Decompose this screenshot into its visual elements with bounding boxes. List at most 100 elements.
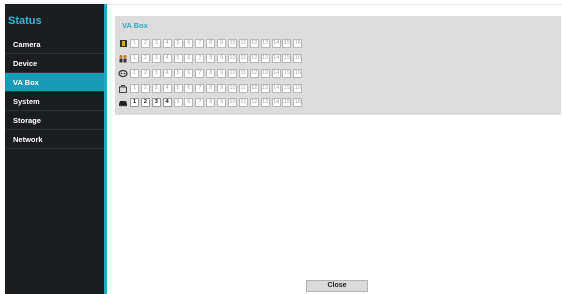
channel-cell: 9 bbox=[217, 38, 227, 48]
channel-cell: 1 bbox=[130, 53, 139, 63]
channel-cell: 1 bbox=[130, 38, 139, 48]
channel-cell: 1 bbox=[130, 97, 139, 107]
channel-cell: 2 bbox=[140, 68, 150, 78]
va-box-row: 1 2 3 4 5 6 7 8 9 10 11 12 13 14 15 16 bbox=[118, 53, 304, 63]
sidebar-item-storage[interactable]: Storage bbox=[5, 111, 104, 130]
channel-cell: 14 bbox=[271, 68, 281, 78]
channel-cell: 2 bbox=[140, 38, 150, 48]
channel-cell: 8 bbox=[206, 97, 216, 107]
channel-cell: 13 bbox=[260, 83, 270, 93]
panel-title: VA Box bbox=[122, 21, 148, 30]
sidebar-title: Status bbox=[8, 15, 42, 27]
sidebar-menu: Camera Device VA Box System Storage Netw… bbox=[5, 35, 104, 149]
channel-cell: 15 bbox=[282, 97, 292, 107]
channel-cell: 10 bbox=[228, 38, 238, 48]
channel-cell: 3 bbox=[151, 53, 161, 63]
channel-cell: 16 bbox=[293, 97, 303, 107]
channel-cell: 11 bbox=[238, 53, 248, 63]
channel-cell: 9 bbox=[217, 83, 227, 93]
channel-cell: 8 bbox=[206, 53, 216, 63]
channel-cell: 8 bbox=[206, 68, 216, 78]
channel-cell: 12 bbox=[249, 83, 259, 93]
channel-cell: 15 bbox=[282, 38, 292, 48]
channel-cell: 2 bbox=[140, 97, 150, 107]
va-box-row: 1 2 3 4 5 6 7 8 9 10 11 12 13 14 15 16 bbox=[118, 38, 304, 48]
channel-cell: 16 bbox=[293, 38, 303, 48]
channel-cell: 3 bbox=[151, 97, 161, 107]
channel-cell: 3 bbox=[151, 68, 161, 78]
va-box-panel: VA Box 1 2 3 4 5 6 7 8 9 10 11 12 13 14 15 16 1 2 3 4 5 6 7 8 9 1… bbox=[115, 16, 561, 115]
channel-cell: 11 bbox=[238, 83, 248, 93]
va-box-row: 1 2 3 4 5 6 7 8 9 10 11 12 13 14 15 16 bbox=[118, 97, 304, 107]
channel-cell: 12 bbox=[249, 68, 259, 78]
channel-cell: 7 bbox=[195, 97, 205, 107]
channel-cell: 14 bbox=[271, 97, 281, 107]
channel-cell: 4 bbox=[162, 38, 172, 48]
channel-cell: 5 bbox=[173, 38, 183, 48]
channel-cell: 3 bbox=[151, 83, 161, 93]
person-icon bbox=[118, 39, 128, 48]
channel-cell: 6 bbox=[184, 83, 194, 93]
people-icon bbox=[118, 54, 128, 63]
channel-cell: 15 bbox=[282, 83, 292, 93]
sidebar-item-device[interactable]: Device bbox=[5, 54, 104, 73]
channel-cell: 7 bbox=[195, 53, 205, 63]
channel-cell: 9 bbox=[217, 97, 227, 107]
channel-cell: 5 bbox=[173, 53, 183, 63]
channel-cell: 9 bbox=[217, 68, 227, 78]
channel-cell: 3 bbox=[151, 38, 161, 48]
sidebar-item-system[interactable]: System bbox=[5, 92, 104, 111]
channel-cell: 7 bbox=[195, 83, 205, 93]
channel-cell: 5 bbox=[173, 83, 183, 93]
face-icon bbox=[118, 69, 128, 78]
channel-cell: 14 bbox=[271, 83, 281, 93]
sidebar-item-network[interactable]: Network bbox=[5, 130, 104, 149]
channel-cell: 10 bbox=[228, 97, 238, 107]
channel-cell: 4 bbox=[162, 68, 172, 78]
channel-cell: 11 bbox=[238, 97, 248, 107]
channel-cell: 12 bbox=[249, 53, 259, 63]
channel-cell: 7 bbox=[195, 68, 205, 78]
channel-cell: 6 bbox=[184, 38, 194, 48]
sidebar-item-camera[interactable]: Camera bbox=[5, 35, 104, 54]
va-box-row: 1 2 3 4 5 6 7 8 9 10 11 12 13 14 15 16 bbox=[118, 68, 304, 78]
channel-cell: 6 bbox=[184, 97, 194, 107]
sidebar-item-va-box[interactable]: VA Box bbox=[5, 73, 104, 92]
close-button[interactable]: Close bbox=[306, 280, 368, 292]
sidebar: Status Camera Device VA Box System Stora… bbox=[5, 4, 104, 294]
channel-cell: 16 bbox=[293, 83, 303, 93]
channel-cell: 1 bbox=[130, 68, 139, 78]
channel-cell: 12 bbox=[249, 97, 259, 107]
channel-cell: 10 bbox=[228, 83, 238, 93]
channel-cell: 15 bbox=[282, 53, 292, 63]
bag-icon bbox=[118, 84, 128, 93]
channel-cell: 2 bbox=[140, 83, 150, 93]
channel-cell: 6 bbox=[184, 68, 194, 78]
channel-cell: 6 bbox=[184, 53, 194, 63]
channel-cell: 4 bbox=[162, 83, 172, 93]
channel-cell: 4 bbox=[162, 53, 172, 63]
channel-cell: 14 bbox=[271, 38, 281, 48]
channel-cell: 14 bbox=[271, 53, 281, 63]
channel-cell: 9 bbox=[217, 53, 227, 63]
channel-cell: 5 bbox=[173, 68, 183, 78]
channel-cell: 2 bbox=[140, 53, 150, 63]
channel-cell: 16 bbox=[293, 68, 303, 78]
channel-cell: 10 bbox=[228, 68, 238, 78]
channel-cell: 11 bbox=[238, 68, 248, 78]
channel-cell: 10 bbox=[228, 53, 238, 63]
channel-cell: 4 bbox=[162, 97, 172, 107]
channel-cell: 8 bbox=[206, 38, 216, 48]
sidebar-accent-bar bbox=[104, 4, 107, 294]
channel-cell: 12 bbox=[249, 38, 259, 48]
channel-cell: 13 bbox=[260, 68, 270, 78]
channel-cell: 13 bbox=[260, 53, 270, 63]
channel-cell: 7 bbox=[195, 38, 205, 48]
car-icon bbox=[118, 98, 128, 107]
channel-cell: 5 bbox=[173, 97, 183, 107]
channel-cell: 13 bbox=[260, 97, 270, 107]
va-box-row: 1 2 3 4 5 6 7 8 9 10 11 12 13 14 15 16 bbox=[118, 83, 304, 93]
channel-cell: 15 bbox=[282, 68, 292, 78]
channel-cell: 11 bbox=[238, 38, 248, 48]
top-divider bbox=[107, 4, 562, 5]
